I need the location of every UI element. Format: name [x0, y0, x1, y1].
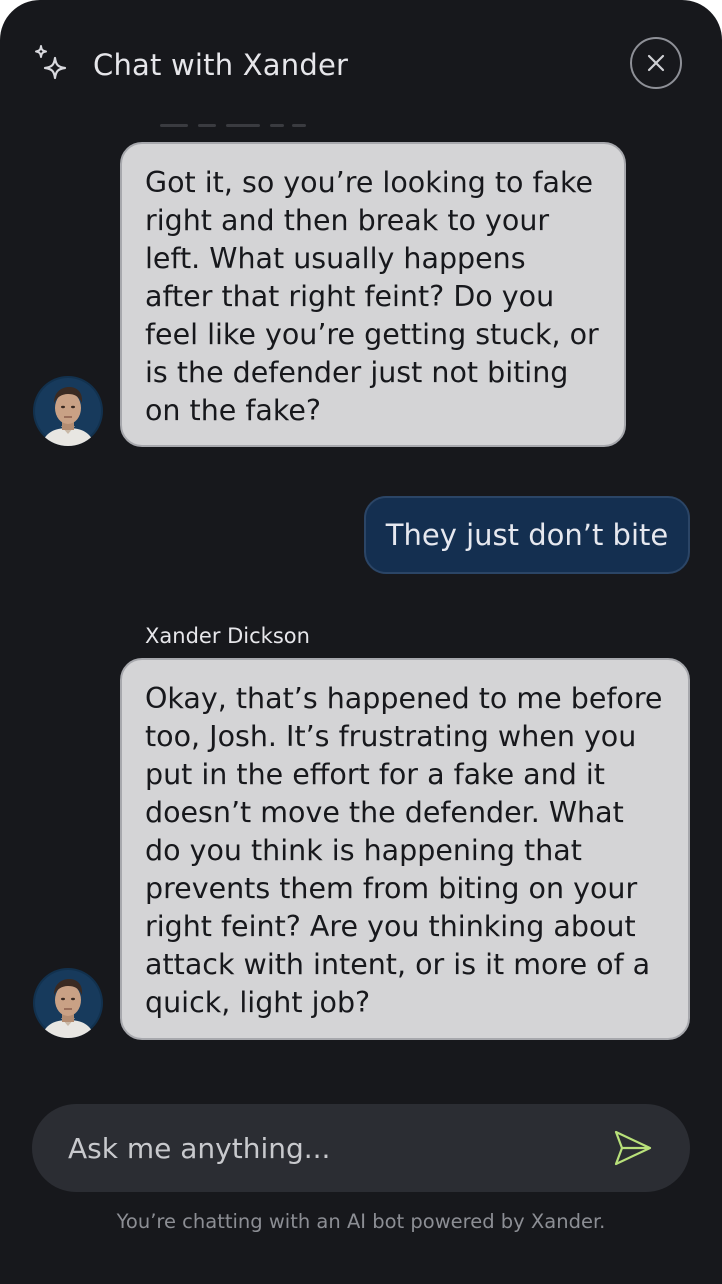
message-text: Okay, that’s happened to me before too, … [145, 682, 663, 1019]
close-button[interactable] [630, 37, 682, 89]
message-text: Got it, so you’re looking to fake right … [145, 166, 599, 427]
chat-panel: Chat with Xander Got it, so you’re looki… [0, 0, 722, 1284]
message-composer [32, 1104, 690, 1192]
chat-title: Chat with Xander [93, 48, 349, 82]
chat-header: Chat with Xander [0, 0, 722, 128]
ai-disclaimer: You’re chatting with an AI bot powered b… [116, 1210, 606, 1233]
send-button[interactable] [612, 1128, 656, 1168]
sparkle-icon [35, 45, 67, 80]
bot-message-bubble: Got it, so you’re looking to fake right … [120, 142, 626, 447]
avatar [33, 376, 103, 446]
bot-message-bubble: Okay, that’s happened to me before too, … [120, 658, 690, 1040]
message-text: They just don’t bite [385, 518, 669, 552]
close-icon [647, 54, 665, 72]
avatar [33, 968, 103, 1038]
sender-name: Xander Dickson [145, 624, 310, 648]
user-message-bubble: They just don’t bite [364, 496, 690, 574]
message-input[interactable] [68, 1128, 568, 1168]
faded-sender-label [160, 118, 310, 132]
send-icon [614, 1130, 652, 1166]
